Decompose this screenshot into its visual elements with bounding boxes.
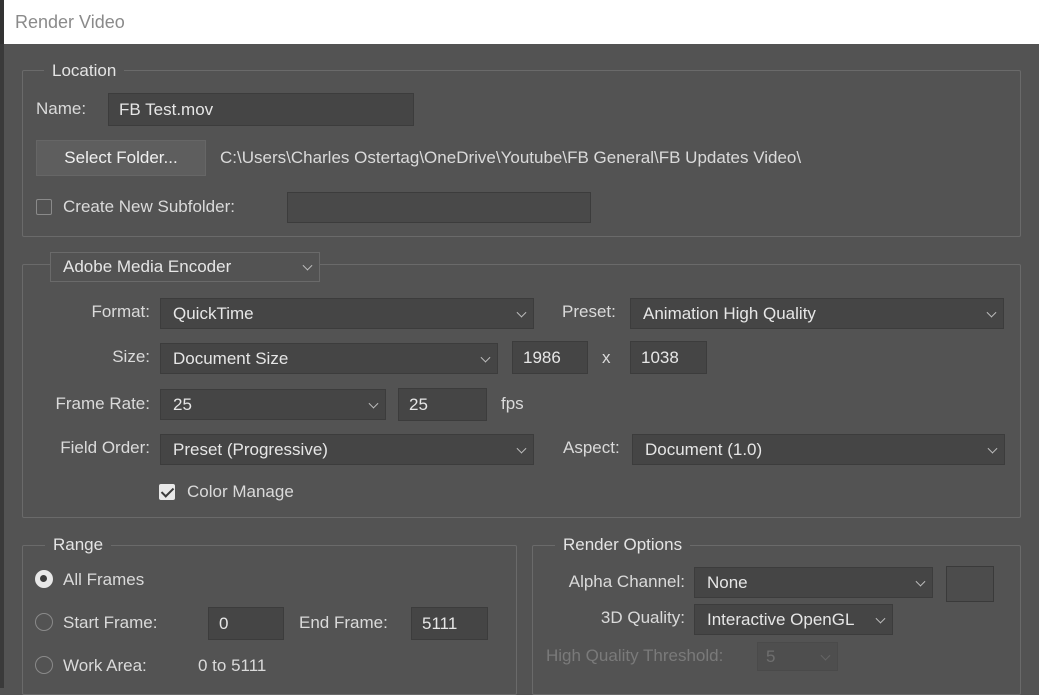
matte-color-swatch[interactable] xyxy=(946,566,994,602)
left-edge xyxy=(0,44,4,688)
chevron-down-icon xyxy=(302,260,313,271)
select-folder-button[interactable]: Select Folder... xyxy=(36,140,206,176)
title-bar: Render Video xyxy=(0,0,1039,44)
aspect-dropdown[interactable]: Document (1.0) xyxy=(632,434,1005,465)
start-frame-field[interactable]: 0 xyxy=(208,607,284,640)
3d-quality-label: 3D Quality: xyxy=(600,608,685,627)
format-value: QuickTime xyxy=(173,303,254,323)
end-frame-field[interactable]: 5111 xyxy=(411,607,488,640)
all-frames-radio[interactable] xyxy=(35,570,53,588)
all-frames-label: All Frames xyxy=(63,570,145,589)
start-frame-radio[interactable] xyxy=(35,613,53,631)
work-area-radio[interactable] xyxy=(35,656,53,674)
name-field[interactable]: FB Test.mov xyxy=(108,93,414,126)
window-title: Render Video xyxy=(15,12,125,32)
create-subfolder-checkbox[interactable] xyxy=(36,199,52,215)
color-manage-checkbox[interactable] xyxy=(159,484,175,500)
frame-rate-dropdown[interactable]: 25 xyxy=(160,389,386,420)
3d-quality-dropdown[interactable]: Interactive OpenGL xyxy=(694,604,893,635)
chevron-down-icon xyxy=(516,307,527,318)
color-manage-label: Color Manage xyxy=(187,482,294,501)
alpha-channel-label: Alpha Channel: xyxy=(568,572,685,591)
size-value: Document Size xyxy=(173,348,289,368)
3d-quality-value: Interactive OpenGL xyxy=(707,609,855,629)
fps-label: fps xyxy=(501,394,524,413)
height-field[interactable]: 1038 xyxy=(630,341,707,374)
folder-path: C:\Users\Charles Ostertag\OneDrive\Youtu… xyxy=(220,148,802,167)
hq-threshold-field: 5 xyxy=(757,642,838,671)
chevron-down-icon xyxy=(368,398,379,409)
alpha-channel-value: None xyxy=(707,572,748,592)
field-order-label: Field Order: xyxy=(60,438,150,457)
chevron-down-icon xyxy=(915,576,926,587)
alpha-channel-dropdown[interactable]: None xyxy=(694,567,933,598)
work-area-label: Work Area: xyxy=(63,656,147,675)
aspect-value: Document (1.0) xyxy=(645,439,763,459)
preset-label: Preset: xyxy=(562,302,616,321)
hq-threshold-value: 5 xyxy=(766,646,776,666)
end-frame-label: End Frame: xyxy=(299,613,388,632)
field-order-dropdown[interactable]: Preset (Progressive) xyxy=(160,434,534,465)
render-options-legend: Render Options xyxy=(555,535,691,555)
chevron-down-icon xyxy=(875,613,886,624)
chevron-down-icon xyxy=(820,650,831,661)
size-label: Size: xyxy=(112,347,150,366)
chevron-down-icon xyxy=(480,352,491,363)
work-area-value: 0 to 5111 xyxy=(198,656,267,675)
x-separator: x xyxy=(602,348,611,367)
width-field[interactable]: 1986 xyxy=(512,341,588,374)
chevron-down-icon xyxy=(987,443,998,454)
aspect-label: Aspect: xyxy=(563,438,620,457)
name-label: Name: xyxy=(36,99,87,118)
subfolder-field[interactable] xyxy=(287,192,591,223)
encoder-selector-value: Adobe Media Encoder xyxy=(63,257,232,276)
frame-rate-value: 25 xyxy=(173,394,192,414)
format-dropdown[interactable]: QuickTime xyxy=(160,298,534,329)
preset-dropdown[interactable]: Animation High Quality xyxy=(630,298,1004,329)
start-frame-label: Start Frame: xyxy=(63,613,158,632)
create-subfolder-label: Create New Subfolder: xyxy=(63,197,235,216)
chevron-down-icon xyxy=(516,443,527,454)
encoder-selector[interactable]: Adobe Media Encoder xyxy=(50,252,320,282)
location-legend: Location xyxy=(44,61,125,81)
fps-field[interactable]: 25 xyxy=(398,388,487,421)
format-label: Format: xyxy=(91,302,150,321)
range-legend: Range xyxy=(45,535,112,555)
field-order-value: Preset (Progressive) xyxy=(173,439,328,459)
size-dropdown[interactable]: Document Size xyxy=(160,343,498,374)
frame-rate-label: Frame Rate: xyxy=(55,394,150,413)
preset-value: Animation High Quality xyxy=(643,303,816,323)
hq-threshold-label: High Quality Threshold: xyxy=(546,646,724,665)
chevron-down-icon xyxy=(986,307,997,318)
